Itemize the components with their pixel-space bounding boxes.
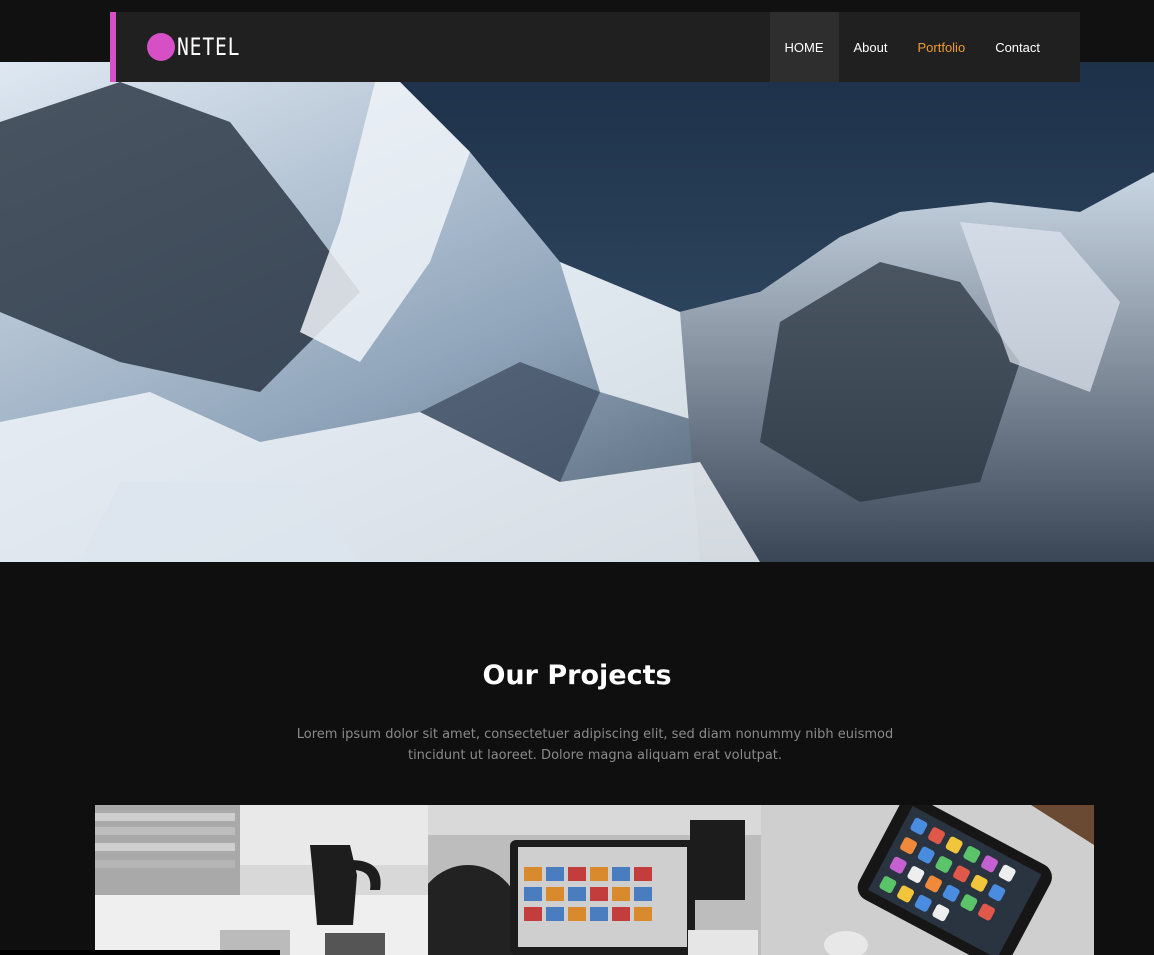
project-thumbnail-phone[interactable]	[761, 805, 1094, 955]
desk-coffee-image	[95, 805, 428, 955]
bottom-scroll-bar	[0, 950, 280, 955]
logo-circle-icon	[147, 33, 175, 61]
navbar: NETEL HOME About Portfolio Contact	[110, 12, 1080, 82]
smartphone-image	[761, 805, 1094, 955]
site-logo[interactable]: NETEL	[147, 33, 254, 61]
nav-item-home[interactable]: HOME	[769, 12, 839, 82]
mountain-illustration	[0, 62, 1154, 562]
laptop-gallery-image	[428, 805, 761, 955]
project-thumbnail-desk[interactable]	[95, 805, 428, 955]
nav-item-contact[interactable]: Contact	[980, 12, 1055, 82]
projects-description: Lorem ipsum dolor sit amet, consectetuer…	[296, 727, 894, 763]
project-thumbnail-laptop[interactable]	[428, 805, 761, 955]
project-thumbnails	[95, 805, 1094, 955]
nav-item-about[interactable]: About	[839, 12, 903, 82]
projects-title: Our Projects	[482, 660, 672, 691]
logo-text: NETEL	[177, 33, 241, 61]
hero-image	[0, 62, 1154, 562]
main-nav: HOME About Portfolio Contact	[769, 12, 1056, 82]
nav-item-portfolio[interactable]: Portfolio	[902, 12, 980, 82]
